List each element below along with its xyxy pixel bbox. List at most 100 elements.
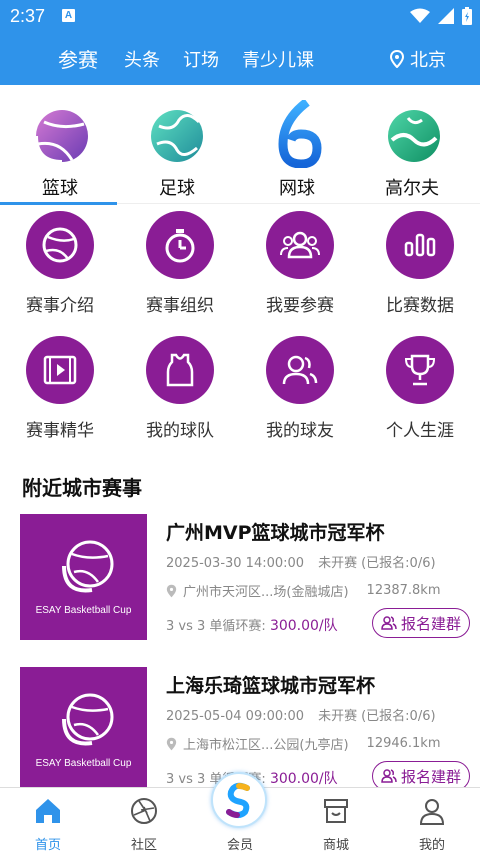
- event-meta: 2025-05-04 09:00:00 未开赛 (已报名:0/6): [166, 705, 450, 724]
- bottom-nav-vip-label: 会员: [226, 838, 253, 853]
- event-fee-row: 3 vs 3 单循环赛: 300.00/队: [166, 615, 338, 635]
- bar-chart-icon: [404, 233, 436, 257]
- fn-label: 我的球友: [266, 421, 334, 441]
- stopwatch-icon: [165, 229, 195, 263]
- sport-label: 足球: [159, 178, 195, 199]
- bottom-nav-label: 商城: [322, 838, 349, 853]
- sport-label: 篮球: [42, 178, 78, 199]
- basketball-cup-logo: [62, 540, 114, 593]
- fn-label: 赛事组织: [146, 296, 214, 316]
- trophy-icon: [404, 354, 436, 386]
- fn-match-data[interactable]: 比赛数据: [360, 211, 480, 316]
- event-price: 300.00/队: [269, 618, 338, 634]
- event-address-row: 广州市天河区...场(金融城店) 12387.8km: [166, 581, 441, 600]
- basketball-logo-icon: [34, 110, 88, 164]
- location-pin-icon: [390, 50, 404, 68]
- location-pin-icon: [166, 584, 177, 597]
- home-icon: [36, 799, 60, 823]
- bottom-nav-community[interactable]: 社区: [96, 796, 192, 853]
- bottom-nav-vip-button[interactable]: [211, 772, 267, 828]
- user-icon: [419, 799, 445, 825]
- location-selector[interactable]: 北京: [390, 46, 446, 72]
- fn-label: 赛事精华: [26, 421, 94, 441]
- tab-headlines[interactable]: 头条: [124, 46, 160, 72]
- notification-a-icon: A: [62, 9, 75, 22]
- bottom-nav-label: 我的: [418, 838, 445, 853]
- fn-label: 比赛数据: [386, 296, 454, 316]
- fn-my-team[interactable]: 我的球队: [120, 336, 240, 441]
- status-icons: [410, 7, 472, 25]
- join-group-label: 报名建群: [400, 614, 461, 633]
- sport-tab-golf[interactable]: 高尔夫: [352, 96, 472, 204]
- tab-youth-classes[interactable]: 青少儿课: [242, 46, 314, 72]
- fn-event-intro[interactable]: 赛事介绍: [0, 211, 120, 316]
- fn-label: 我的球队: [146, 421, 214, 441]
- bottom-nav-label: 社区: [130, 838, 157, 853]
- event-distance: 12946.1km: [366, 736, 441, 751]
- event-format: 3 vs 3 单循环赛:: [166, 619, 266, 634]
- signal-icon: [438, 8, 454, 24]
- bottom-nav: 首页 社区 会员 商城 我的: [0, 772, 480, 853]
- event-status: 未开赛: [318, 709, 358, 724]
- football-logo-icon: [151, 110, 203, 162]
- sport-label: 高尔夫: [385, 178, 439, 199]
- fn-label: 个人生涯: [386, 421, 454, 441]
- join-group-button[interactable]: 报名建群: [372, 608, 470, 638]
- fn-label: 赛事介绍: [26, 296, 94, 316]
- location-text: 北京: [410, 50, 446, 71]
- event-status: 未开赛: [318, 556, 358, 571]
- active-tab-indicator: [0, 202, 117, 205]
- fn-my-friends[interactable]: 我的球友: [240, 336, 360, 441]
- event-date: 2025-05-04 09:00:00: [166, 709, 305, 724]
- battery-icon: [462, 7, 472, 25]
- event-distance: 12387.8km: [366, 583, 441, 598]
- sport-label: 网球: [279, 178, 315, 199]
- people-icon: [381, 769, 397, 783]
- jersey-icon: [166, 353, 194, 387]
- tennis-logo-icon: [278, 98, 322, 169]
- friends-icon: [282, 355, 318, 385]
- fn-career[interactable]: 个人生涯: [360, 336, 480, 441]
- aperture-icon: [131, 798, 157, 824]
- people-icon: [381, 616, 397, 630]
- event-signup-count: (已报名:0/6): [361, 709, 436, 724]
- golf-logo-icon: [388, 110, 440, 162]
- event-signup-count: (已报名:0/6): [361, 556, 436, 571]
- tab-booking[interactable]: 订场: [183, 46, 219, 72]
- event-address: 上海市松江区...公园(九亭店): [183, 738, 349, 753]
- thumbnail-brand-text: ESAY Basketball Cup: [35, 605, 132, 616]
- top-nav: 参赛 头条 订场 青少儿课 北京: [0, 40, 480, 78]
- fn-event-organize[interactable]: 赛事组织: [120, 211, 240, 316]
- bottom-nav-shop[interactable]: 商城: [288, 796, 384, 853]
- event-price: 300.00/队: [269, 771, 338, 787]
- bottom-nav-profile[interactable]: 我的: [384, 796, 480, 853]
- status-time: 2:37: [10, 6, 46, 26]
- event-title: 上海乐琦篮球城市冠军杯: [166, 675, 376, 697]
- sport-tabs: 篮球 足球 网球 高尔夫: [0, 96, 480, 205]
- event-title: 广州MVP篮球城市冠军杯: [166, 522, 385, 544]
- event-date: 2025-03-30 14:00:00: [166, 556, 305, 571]
- group-icon: [280, 231, 320, 259]
- basketball-icon: [42, 227, 78, 263]
- event-card[interactable]: ESAY Basketball Cup 广州MVP篮球城市冠军杯 2025-03…: [20, 514, 470, 642]
- vip-s-logo-icon: [226, 782, 250, 818]
- event-address-row: 上海市松江区...公园(九亭店) 12946.1km: [166, 734, 441, 753]
- sport-tab-tennis[interactable]: 网球: [237, 96, 357, 204]
- bottom-nav-label: 首页: [34, 838, 61, 853]
- section-title: 附近城市赛事: [22, 476, 142, 500]
- fn-label: 我要参赛: [266, 296, 334, 316]
- basketball-cup-logo: [62, 693, 114, 746]
- video-icon: [43, 355, 77, 385]
- event-thumbnail: ESAY Basketball Cup: [20, 667, 147, 793]
- fn-highlights[interactable]: 赛事精华: [0, 336, 120, 441]
- location-pin-icon: [166, 737, 177, 750]
- status-bar: 2:37 A: [0, 0, 480, 32]
- join-group-label: 报名建群: [400, 767, 461, 786]
- shop-icon: [324, 799, 348, 823]
- tab-competition[interactable]: 参赛: [58, 44, 98, 73]
- fn-join-competition[interactable]: 我要参赛: [240, 211, 360, 316]
- event-meta: 2025-03-30 14:00:00 未开赛 (已报名:0/6): [166, 552, 450, 571]
- bottom-nav-home[interactable]: 首页: [0, 796, 96, 853]
- sport-tab-football[interactable]: 足球: [117, 96, 237, 204]
- sport-tab-basketball[interactable]: 篮球: [0, 96, 120, 205]
